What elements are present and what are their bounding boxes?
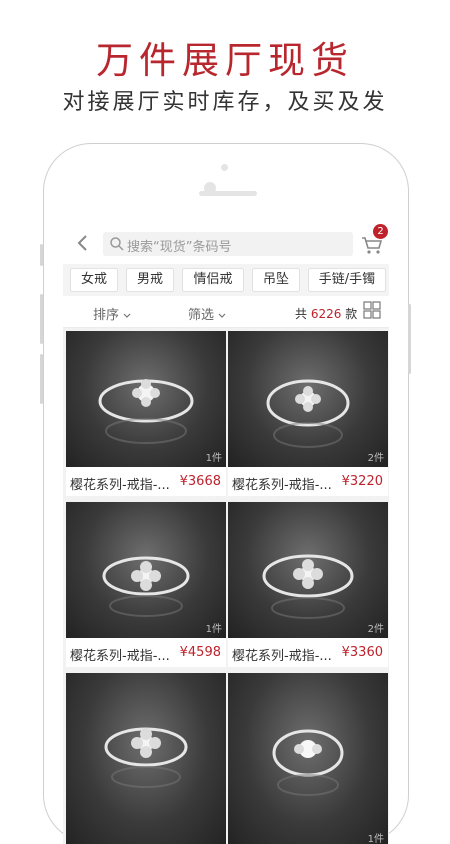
search-placeholder: 搜索“现货”条码号 <box>127 240 232 255</box>
promo-subline: 对接展厅实时库存，及买及发 <box>62 90 388 115</box>
product-title: 樱花系列-戒指-... <box>232 649 332 664</box>
product-price: ¥3360 <box>341 645 383 660</box>
filter-bar: 排序 筛选 共 6226 款 <box>63 296 389 328</box>
stock-quantity: 2件 <box>367 453 384 464</box>
ring-image <box>272 729 344 796</box>
chevron-down-icon <box>123 313 131 318</box>
power-button <box>408 304 411 374</box>
search-bar-row: 搜索“现货”条码号 2 <box>63 224 389 264</box>
stock-quantity: 1件 <box>205 453 222 464</box>
cart-count-badge: 2 <box>373 224 388 239</box>
category-tabs: 女戒 男戒 情侣戒 吊坠 手链/手镯 <box>63 264 389 296</box>
product-card[interactable] <box>66 673 226 844</box>
filter-dropdown[interactable]: 筛选 <box>188 304 226 323</box>
app-screen: 搜索“现货”条码号 2 女戒 男戒 情侣戒 吊坠 手链/手镯 排序 筛选 共 6… <box>63 224 389 844</box>
product-title: 樱花系列-戒指-... <box>232 478 332 493</box>
product-image: 2件 <box>228 502 388 638</box>
product-image <box>66 673 226 844</box>
count-prefix: 共 <box>295 307 308 321</box>
product-price: ¥3668 <box>179 474 221 489</box>
product-card[interactable]: 1件 <box>228 673 388 844</box>
count-suffix: 款 <box>345 307 358 321</box>
product-image: 1件 <box>66 502 226 638</box>
stock-quantity: 1件 <box>367 834 384 844</box>
category-tab-men-rings[interactable]: 男戒 <box>126 268 174 292</box>
product-image: 1件 <box>66 331 226 467</box>
ring-image <box>262 554 354 619</box>
sort-dropdown[interactable]: 排序 <box>93 304 131 323</box>
stock-quantity: 1件 <box>205 624 222 635</box>
proximity-sensor <box>221 164 228 171</box>
stock-quantity: 2件 <box>367 624 384 635</box>
product-price: ¥4598 <box>179 645 221 660</box>
result-count: 共 6226 款 <box>295 305 357 322</box>
count-value: 6226 <box>310 307 342 321</box>
volume-down-button <box>40 354 43 404</box>
product-card[interactable]: 1件 樱花系列-戒指-... ¥3668 <box>66 331 226 496</box>
ring-image <box>104 727 188 788</box>
product-title: 樱花系列-戒指-... <box>70 478 170 493</box>
product-grid: 1件 樱花系列-戒指-... ¥3668 2件 樱花系列-戒指-... ¥322… <box>63 328 389 844</box>
mute-switch <box>40 244 43 266</box>
product-card[interactable]: 2件 樱花系列-戒指-... ¥3360 <box>228 502 388 667</box>
product-image: 2件 <box>228 331 388 467</box>
filter-label: 筛选 <box>188 308 215 323</box>
volume-up-button <box>40 294 43 344</box>
product-card[interactable]: 1件 樱花系列-戒指-... ¥4598 <box>66 502 226 667</box>
sort-label: 排序 <box>93 308 120 323</box>
promo-headline: 万件展厅现货 <box>96 39 354 82</box>
ring-image <box>98 379 194 444</box>
back-button[interactable] <box>73 233 93 253</box>
product-price: ¥3220 <box>341 474 383 489</box>
search-icon <box>110 237 124 251</box>
chevron-down-icon <box>218 313 226 318</box>
category-tab-couple-rings[interactable]: 情侣戒 <box>182 268 244 292</box>
search-input[interactable]: 搜索“现货”条码号 <box>103 232 353 256</box>
category-tab-pendants[interactable]: 吊坠 <box>252 268 300 292</box>
category-tab-women-rings[interactable]: 女戒 <box>70 268 118 292</box>
product-card[interactable]: 2件 樱花系列-戒指-... ¥3220 <box>228 331 388 496</box>
ring-image <box>102 556 190 617</box>
earpiece-speaker <box>199 191 257 196</box>
product-image: 1件 <box>228 673 388 844</box>
product-title: 樱花系列-戒指-... <box>70 649 170 664</box>
grid-view-icon <box>363 301 381 319</box>
layout-toggle-button[interactable] <box>363 301 381 319</box>
ring-image <box>266 379 350 448</box>
phone-frame: 搜索“现货”条码号 2 女戒 男戒 情侣戒 吊坠 手链/手镯 排序 筛选 共 6… <box>40 143 411 844</box>
category-tab-bracelets[interactable]: 手链/手镯 <box>308 268 386 292</box>
chevron-left-icon <box>77 235 87 251</box>
